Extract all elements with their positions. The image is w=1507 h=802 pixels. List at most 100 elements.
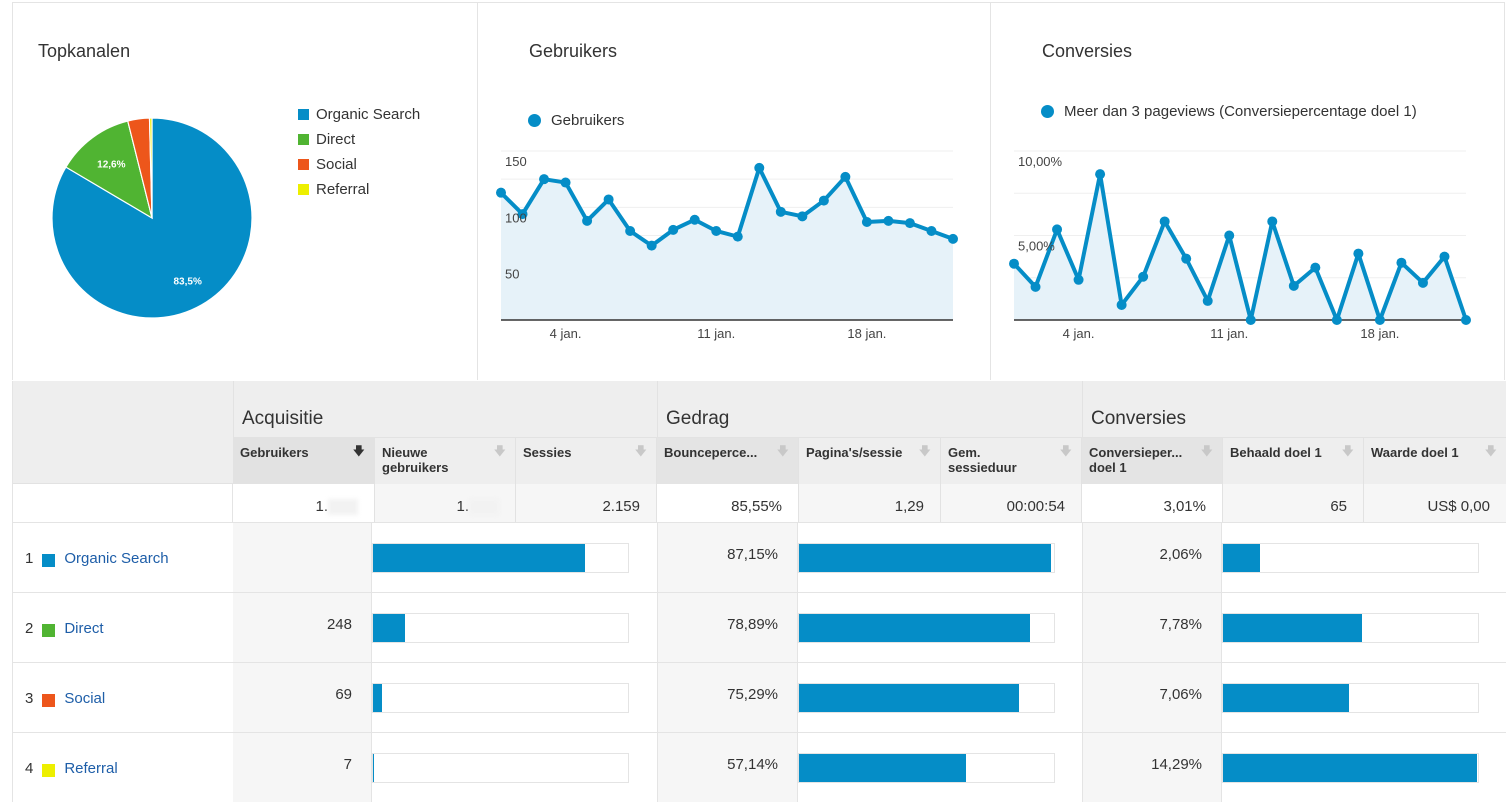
row-rank: 1 (25, 549, 34, 567)
data-point (668, 224, 679, 235)
x-tick-label: 11 jan. (1210, 326, 1248, 341)
column-header-avg-session-duration[interactable]: Gem. sessieduur 🡇 (941, 438, 1082, 484)
group-label: Acquisitie (242, 408, 324, 429)
group-header-behavior: Gedrag (657, 381, 1082, 438)
conversion-rate-value: 7,78% (1082, 593, 1222, 663)
legend-label: Gebruikers (551, 112, 625, 129)
data-point (861, 216, 872, 227)
data-point (711, 225, 722, 236)
area-fill (1014, 174, 1466, 320)
legend-swatch (298, 159, 309, 170)
arrow-down-icon: 🡇 (918, 444, 931, 458)
total-value: 65 (1330, 498, 1347, 515)
data-point (1073, 274, 1084, 285)
users-bar-track (372, 613, 629, 643)
data-point (775, 206, 786, 217)
legend-label: Referral (316, 181, 370, 198)
conversion-bar (1223, 684, 1349, 712)
column-label: Gem. sessieduur (948, 445, 1017, 475)
arrow-down-icon: 🡇 (352, 444, 365, 458)
column-header-users[interactable]: Gebruikers 🡇 (233, 438, 375, 484)
data-point (1116, 299, 1127, 310)
data-point (818, 195, 829, 206)
total-users: 1. (233, 484, 375, 522)
total-value: 2.159 (602, 498, 640, 515)
legend-item-organic-search[interactable]: Organic Search (298, 102, 420, 127)
channel-link[interactable]: Organic Search (64, 550, 168, 567)
x-tick-label: 4 jan. (1063, 326, 1095, 341)
data-point (1374, 315, 1385, 325)
data-point (539, 174, 550, 185)
row-rank: 4 (25, 759, 34, 777)
column-header-goal-completions[interactable]: Behaald doel 1 🡇 (1223, 438, 1364, 484)
row-rank: 3 (25, 689, 34, 707)
column-label: Sessies (523, 445, 572, 460)
channels-table: Acquisitie Gedrag Conversies Gebruikers 🡇… (12, 381, 1506, 802)
column-header-pages-per-session[interactable]: Pagina's/sessie 🡇 (799, 438, 941, 484)
data-point (1224, 230, 1235, 241)
data-point (1310, 262, 1321, 273)
column-header-new-users[interactable]: Nieuwe gebruikers 🡇 (375, 438, 516, 484)
bounce-bar (799, 684, 1020, 712)
pie-data-label: 12,6% (97, 159, 125, 170)
data-point (582, 215, 593, 226)
channel-link[interactable]: Social (64, 690, 105, 707)
column-header-conversion-rate[interactable]: Conversieper... doel 1 🡇 (1082, 438, 1223, 484)
column-header-sessions[interactable]: Sessies 🡇 (516, 438, 657, 484)
data-point (560, 177, 571, 188)
column-label: Nieuwe gebruikers (382, 445, 449, 475)
data-point (1439, 251, 1450, 262)
pie-data-label: 83,5% (173, 277, 201, 288)
users-bar (373, 754, 375, 782)
conversions-legend[interactable]: Meer dan 3 pageviews (Conversiepercentag… (1041, 103, 1441, 121)
conversions-title: Conversies (1042, 41, 1133, 61)
row-label-cell: 4 Referral (13, 733, 233, 802)
data-point (1009, 258, 1019, 269)
conversion-bar (1223, 544, 1260, 572)
redacted-value (469, 499, 499, 516)
total-value: US$ 0,00 (1427, 498, 1490, 515)
y-tick-label: 10,00% (1018, 154, 1063, 169)
table-row: 3 Social 69 75,29% 7,06% (13, 662, 1506, 733)
top-channels-panel: Topkanalen 83,5% 12,6% Organic Search Dir… (12, 2, 478, 380)
arrow-down-icon: 🡇 (1341, 444, 1354, 458)
y-tick-label: 5,00% (1018, 239, 1055, 254)
data-point (948, 233, 958, 244)
x-tick-label: 11 jan. (697, 326, 735, 341)
users-panel: Gebruikers Gebruikers 50 100 150 4 jan. 11 j… (477, 2, 991, 380)
bounce-bar (799, 754, 967, 782)
users-value: 69 (233, 663, 372, 733)
data-point (1030, 281, 1041, 292)
conversion-bar-track (1222, 543, 1479, 573)
data-point (1396, 257, 1407, 268)
data-point (1138, 271, 1149, 282)
column-label: Bounceperce... (664, 445, 758, 460)
users-line-chart: 50 100 150 4 jan. 11 jan. 18 jan. (496, 150, 958, 341)
arrow-down-icon: 🡇 (776, 444, 789, 458)
data-point (797, 211, 808, 222)
bounce-bar (799, 614, 1030, 642)
group-header-empty (13, 381, 233, 484)
total-pages-per-session: 1,29 (799, 484, 941, 522)
legend-item-direct[interactable]: Direct (298, 127, 420, 152)
legend-item-referral[interactable]: Referral (298, 177, 420, 202)
bounce-rate-value: 75,29% (657, 663, 798, 733)
legend-item-social[interactable]: Social (298, 152, 420, 177)
users-title: Gebruikers (529, 41, 618, 61)
arrow-down-icon: 🡇 (1200, 444, 1213, 458)
channel-link[interactable]: Direct (64, 620, 103, 637)
row-label-cell: 3 Social (13, 663, 233, 733)
users-legend[interactable]: Gebruikers (528, 112, 624, 129)
total-bounce-rate: 85,55% (657, 484, 799, 522)
column-header-bounce-rate[interactable]: Bounceperce... 🡇 (657, 438, 799, 484)
data-point (1181, 253, 1192, 264)
channel-link[interactable]: Referral (64, 760, 117, 777)
column-divider (1082, 733, 1083, 802)
channel-color-swatch (42, 763, 56, 777)
channel-color-swatch (42, 553, 56, 567)
data-point (926, 225, 937, 236)
column-header-goal-value[interactable]: Waarde doel 1 🡇 (1364, 438, 1506, 484)
users-value (233, 523, 372, 593)
legend-swatch (298, 109, 309, 120)
x-tick-label: 18 jan. (847, 326, 886, 341)
